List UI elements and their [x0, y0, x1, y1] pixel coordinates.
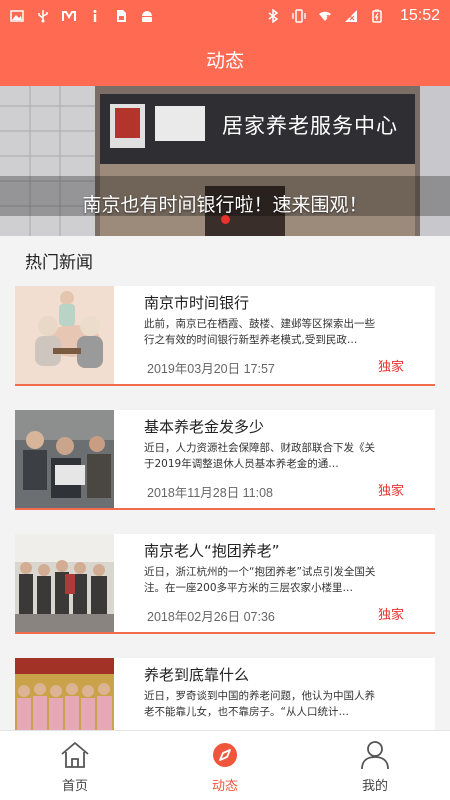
news-date: 2018年11月28日 11:08	[147, 486, 274, 500]
sim-icon	[117, 10, 126, 22]
vibrate-icon	[292, 9, 306, 23]
news-thumbnail	[15, 658, 114, 730]
news-thumbnail	[15, 410, 114, 508]
news-title: 南京市时间银行	[144, 294, 250, 312]
tab-label: 我的	[361, 779, 388, 794]
news-title: 养老到底靠什么	[144, 666, 250, 684]
banner-carousel[interactable]: 居家养老服务中心 南京也有时间银行啦！速来围观！	[0, 86, 450, 236]
tab-dynamics[interactable]: 动态	[150, 731, 300, 800]
news-item[interactable]: 基本养老金发多少 近日，人力资源社会保障部、财政部联合下发《关于2019年调整退…	[15, 410, 435, 510]
app-header: 动态	[0, 32, 450, 86]
news-summary: 此前，南京已在栖霞、鼓楼、建邺等区探索出一些行之有效的时间银行新型养老模式,受到…	[144, 318, 375, 346]
banner-sign-text: 居家养老服务中心	[222, 114, 398, 138]
tab-label: 动态	[211, 779, 238, 794]
news-item[interactable]: 南京老人“抱团养老” 近日，浙江杭州的一个“抱团养老”试点引发全国关注。在一座2…	[15, 534, 435, 634]
status-time: 15:52	[399, 7, 440, 24]
tab-mine[interactable]: 我的	[300, 731, 450, 800]
app-m-icon	[62, 11, 76, 21]
user-icon	[361, 741, 389, 770]
news-summary: 近日，人力资源社会保障部、财政部联合下发《关于2019年调整退休人员基本养老金的…	[144, 442, 375, 470]
usb-icon	[38, 10, 48, 23]
home-icon	[61, 742, 89, 768]
page-title: 动态	[205, 49, 244, 72]
news-date: 2018年02月26日 07:36	[147, 610, 275, 624]
news-summary: 近日，浙江杭州的一个“抱团养老”试点引发全国关注。在一座200多平方米的三层农家…	[144, 566, 376, 594]
compass-icon	[213, 743, 237, 767]
tab-label: 首页	[61, 779, 88, 794]
tab-home[interactable]: 首页	[0, 731, 150, 800]
bottom-tab-bar: 首页 动态 我的	[0, 730, 450, 800]
image-icon	[10, 10, 24, 22]
news-date: 2019年03月20日 17:57	[147, 362, 275, 376]
status-bar-right: 15:52	[266, 7, 440, 25]
battery-icon	[372, 9, 382, 23]
news-tag-exclusive: 独家	[378, 608, 405, 623]
android-icon	[142, 11, 152, 22]
news-thumbnail	[15, 286, 114, 384]
news-title: 南京老人“抱团养老”	[144, 542, 280, 560]
news-thumbnail	[15, 534, 114, 632]
banner-indicator-dot[interactable]	[221, 215, 230, 224]
news-summary: 近日，罗奇谈到中国的养老问题，他认为中国人养老不能靠儿女，也不靠房子。“从人口统…	[144, 690, 375, 718]
news-tag-exclusive: 独家	[378, 360, 405, 375]
news-tag-exclusive: 独家	[378, 484, 405, 499]
section-title-hot-news: 热门新闻	[25, 253, 93, 273]
status-bar-left	[10, 9, 154, 23]
signal-icon	[344, 10, 357, 22]
banner-caption: 南京也有时间银行啦！速来围观！	[82, 194, 368, 216]
wifi-icon	[318, 11, 331, 21]
news-title: 基本养老金发多少	[144, 418, 265, 436]
news-item[interactable]: 养老到底靠什么 近日，罗奇谈到中国的养老问题，他认为中国人养老不能靠儿女，也不靠…	[15, 658, 435, 730]
status-bar: 15:52	[0, 0, 450, 32]
news-item[interactable]: 南京市时间银行 此前，南京已在栖霞、鼓楼、建邺等区探索出一些行之有效的时间银行新…	[15, 286, 435, 386]
bluetooth-icon	[268, 9, 279, 23]
info-icon	[93, 10, 97, 22]
